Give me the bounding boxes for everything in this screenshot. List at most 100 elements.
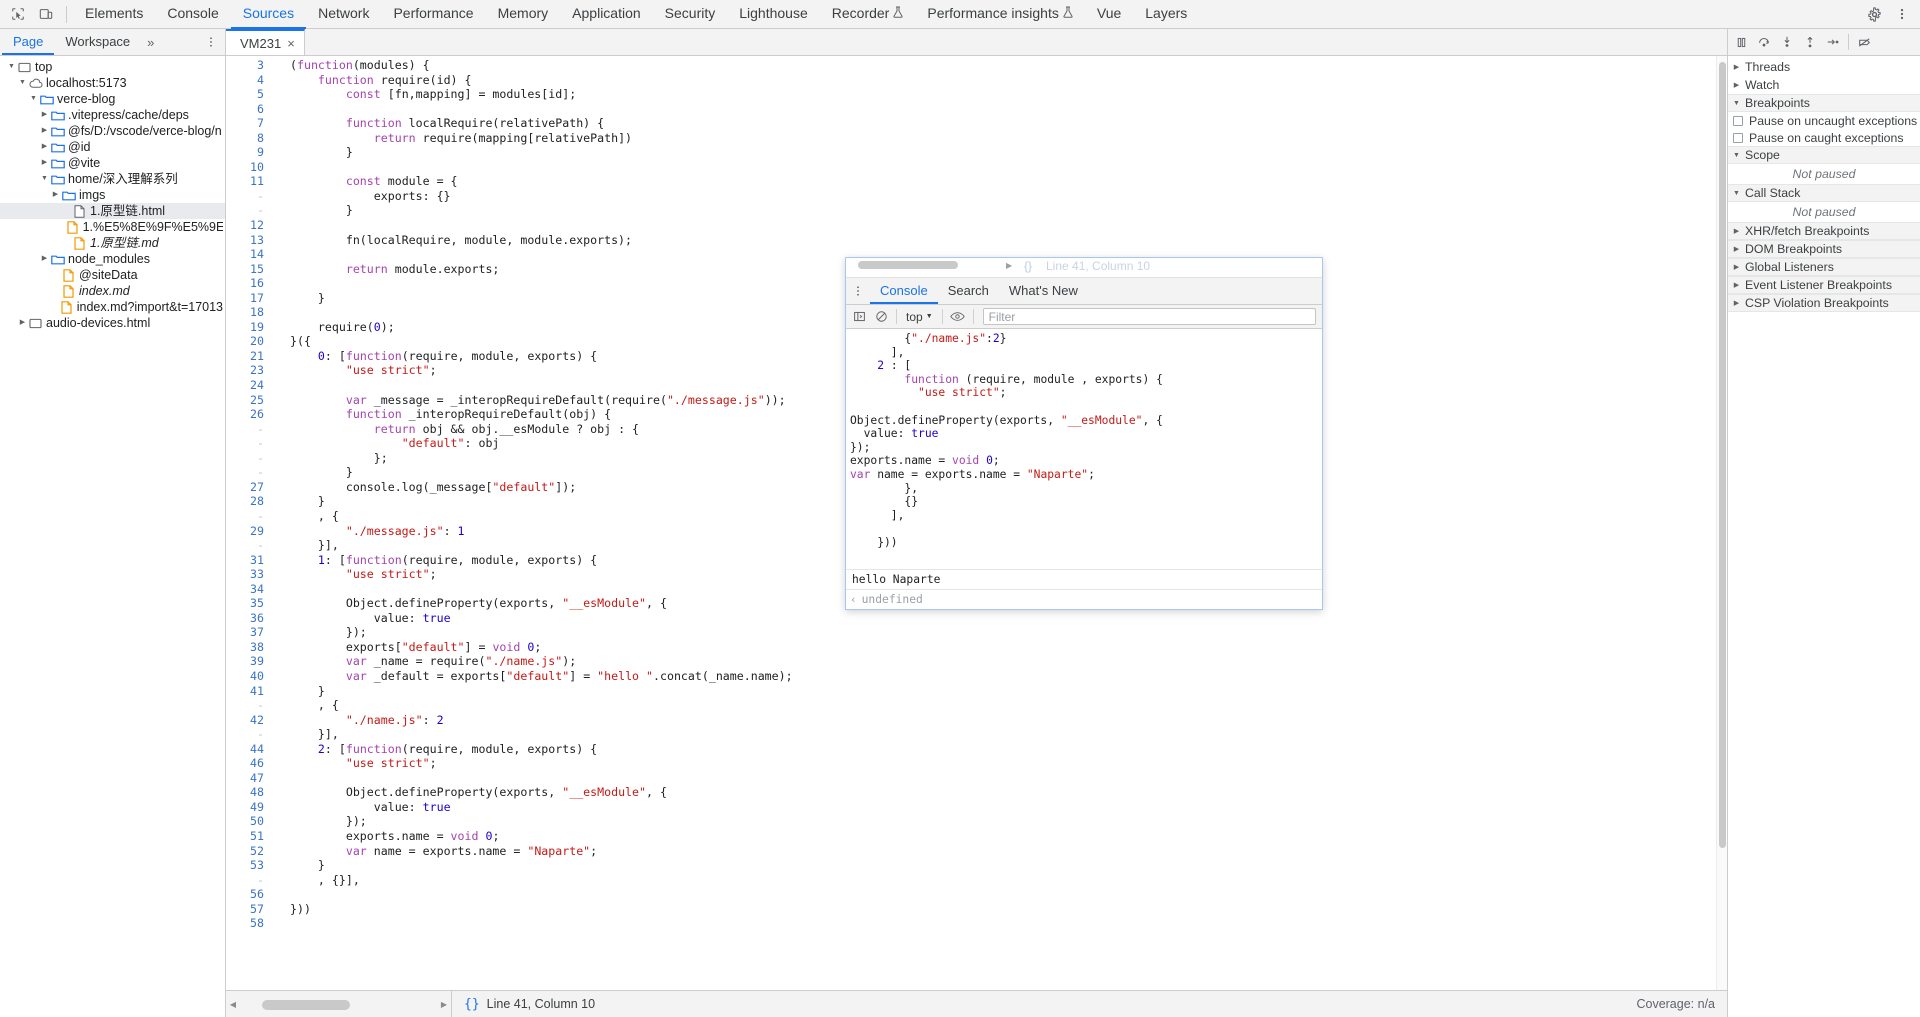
line-number[interactable]: - — [226, 727, 272, 742]
scroll-right-arrow[interactable]: ▶ — [437, 1000, 451, 1009]
live-expression-icon[interactable] — [948, 307, 968, 327]
line-number[interactable]: - — [226, 203, 272, 218]
debugger-section-header[interactable]: ▶Threads — [1728, 58, 1920, 76]
line-number[interactable]: 13 — [226, 233, 272, 248]
tab-performance[interactable]: Performance — [381, 0, 485, 29]
device-toolbar-icon[interactable] — [32, 1, 60, 27]
drawer-tab-whats-new[interactable]: What's New — [999, 278, 1088, 304]
line-number[interactable]: 57 — [226, 902, 272, 917]
line-number[interactable]: 18 — [226, 305, 272, 320]
step-into-icon[interactable] — [1776, 31, 1798, 53]
line-number[interactable]: 44 — [226, 742, 272, 757]
step-icon[interactable] — [1822, 31, 1844, 53]
tree-item[interactable]: localhost:5173 — [0, 75, 225, 91]
line-number[interactable]: 47 — [226, 771, 272, 786]
chevron-down-icon[interactable] — [6, 59, 17, 75]
line-number[interactable]: 14 — [226, 247, 272, 262]
tree-item[interactable]: 1.%E5%8E%9F%E5%9E%8 — [0, 219, 225, 235]
tree-item[interactable]: @siteData — [0, 267, 225, 283]
chevron-down-icon[interactable] — [28, 91, 39, 107]
line-number[interactable]: 17 — [226, 291, 272, 306]
line-number[interactable]: 37 — [226, 625, 272, 640]
chevron-right-icon[interactable] — [39, 123, 50, 139]
line-number[interactable]: 20 — [226, 334, 272, 349]
line-number[interactable]: 23 — [226, 363, 272, 378]
console-sidebar-icon[interactable] — [849, 307, 869, 327]
chevron-right-icon[interactable]: ▶ — [1732, 245, 1741, 253]
line-number[interactable]: - — [226, 436, 272, 451]
line-number[interactable]: 27 — [226, 480, 272, 495]
kebab-icon[interactable] — [1888, 1, 1916, 27]
chevron-right-icon[interactable]: ▶ — [1732, 281, 1741, 289]
line-number[interactable]: 4 — [226, 73, 272, 88]
nav-tab-page[interactable]: Page — [2, 29, 54, 55]
tree-item[interactable]: top — [0, 59, 225, 75]
chevron-down-icon[interactable] — [17, 75, 28, 91]
tab-recorder[interactable]: Recorder — [820, 0, 916, 29]
tree-item[interactable]: index.md?import&t=170134 — [0, 299, 225, 315]
line-number[interactable]: 34 — [226, 582, 272, 597]
debugger-section-header[interactable]: ▶Global Listeners — [1728, 258, 1920, 276]
editor-vertical-scrollbar[interactable] — [1716, 56, 1727, 990]
line-content[interactable]: Object.defineProperty(exports, "__esModu… — [272, 785, 667, 800]
line-content[interactable] — [272, 247, 290, 262]
line-content[interactable]: "default": obj — [272, 436, 499, 451]
chevron-right-icon[interactable]: ▶ — [1732, 81, 1741, 89]
line-content[interactable]: , {}], — [272, 873, 360, 888]
inspect-icon[interactable] — [4, 1, 32, 27]
line-content[interactable]: 2: [function(require, module, exports) { — [272, 742, 597, 757]
line-content[interactable]: } — [272, 858, 325, 873]
line-number[interactable]: - — [226, 509, 272, 524]
line-number[interactable]: 36 — [226, 611, 272, 626]
line-number[interactable]: 16 — [226, 276, 272, 291]
line-content[interactable]: } — [272, 684, 325, 699]
line-content[interactable]: (function(modules) { — [272, 58, 430, 73]
scroll-left-arrow[interactable]: ◀ — [226, 1000, 240, 1009]
line-content[interactable]: exports.name = void 0; — [272, 829, 499, 844]
line-content[interactable]: }({ — [272, 334, 311, 349]
console-filter-input[interactable]: Filter — [983, 308, 1316, 325]
line-content[interactable]: } — [272, 203, 353, 218]
tab-network[interactable]: Network — [306, 0, 381, 29]
console-output[interactable]: {"./name.js":2} ], 2 : [ function (requi… — [846, 329, 1322, 569]
tree-item[interactable]: home/深入理解系列 — [0, 171, 225, 187]
line-content[interactable]: }); — [272, 625, 367, 640]
line-content[interactable]: , { — [272, 698, 339, 713]
tab-sources[interactable]: Sources — [231, 0, 306, 29]
line-content[interactable]: console.log(_message["default"]); — [272, 480, 576, 495]
line-content[interactable]: value: true — [272, 611, 451, 626]
line-content[interactable]: 0: [function(require, module, exports) { — [272, 349, 597, 364]
chevron-right-icon[interactable]: ▶ — [1732, 63, 1741, 71]
chevron-right-icon[interactable] — [39, 107, 50, 123]
line-content[interactable]: return require(mapping[relativePath]) — [272, 131, 632, 146]
line-content[interactable]: var _name = require("./name.js"); — [272, 654, 576, 669]
line-content[interactable]: "use strict"; — [272, 756, 437, 771]
line-content[interactable]: value: true — [272, 800, 451, 815]
line-content[interactable]: exports: {} — [272, 189, 451, 204]
tree-item[interactable]: verce-blog — [0, 91, 225, 107]
line-number[interactable]: 31 — [226, 553, 272, 568]
tree-item[interactable]: @id — [0, 139, 225, 155]
line-content[interactable]: } — [272, 465, 353, 480]
debugger-section-header[interactable]: ▼Breakpoints — [1728, 94, 1920, 112]
line-content[interactable]: }], — [272, 538, 339, 553]
debugger-section-header[interactable]: ▶Watch — [1728, 76, 1920, 94]
navigator-kebab-icon[interactable] — [197, 29, 225, 55]
chevron-right-icon[interactable] — [39, 251, 50, 267]
navigator-horizontal-scrollbar[interactable]: ◀ ▶ — [226, 991, 452, 1017]
tree-item[interactable]: 1.原型链.md — [0, 235, 225, 251]
line-content[interactable]: return module.exports; — [272, 262, 499, 277]
line-number[interactable]: 33 — [226, 567, 272, 582]
line-number[interactable]: 49 — [226, 800, 272, 815]
checkbox[interactable] — [1733, 133, 1743, 143]
chevron-down-icon[interactable]: ▼ — [1732, 190, 1741, 197]
debugger-section-header[interactable]: ▶DOM Breakpoints — [1728, 240, 1920, 258]
tab-application[interactable]: Application — [560, 0, 653, 29]
chevron-right-icon[interactable] — [50, 187, 61, 203]
line-content[interactable]: }], — [272, 727, 339, 742]
line-content[interactable]: var _message = _interopRequireDefault(re… — [272, 393, 786, 408]
drawer-tab-console[interactable]: Console — [870, 278, 938, 304]
line-number[interactable]: 7 — [226, 116, 272, 131]
line-content[interactable]: const [fn,mapping] = modules[id]; — [272, 87, 576, 102]
line-number[interactable]: 8 — [226, 131, 272, 146]
